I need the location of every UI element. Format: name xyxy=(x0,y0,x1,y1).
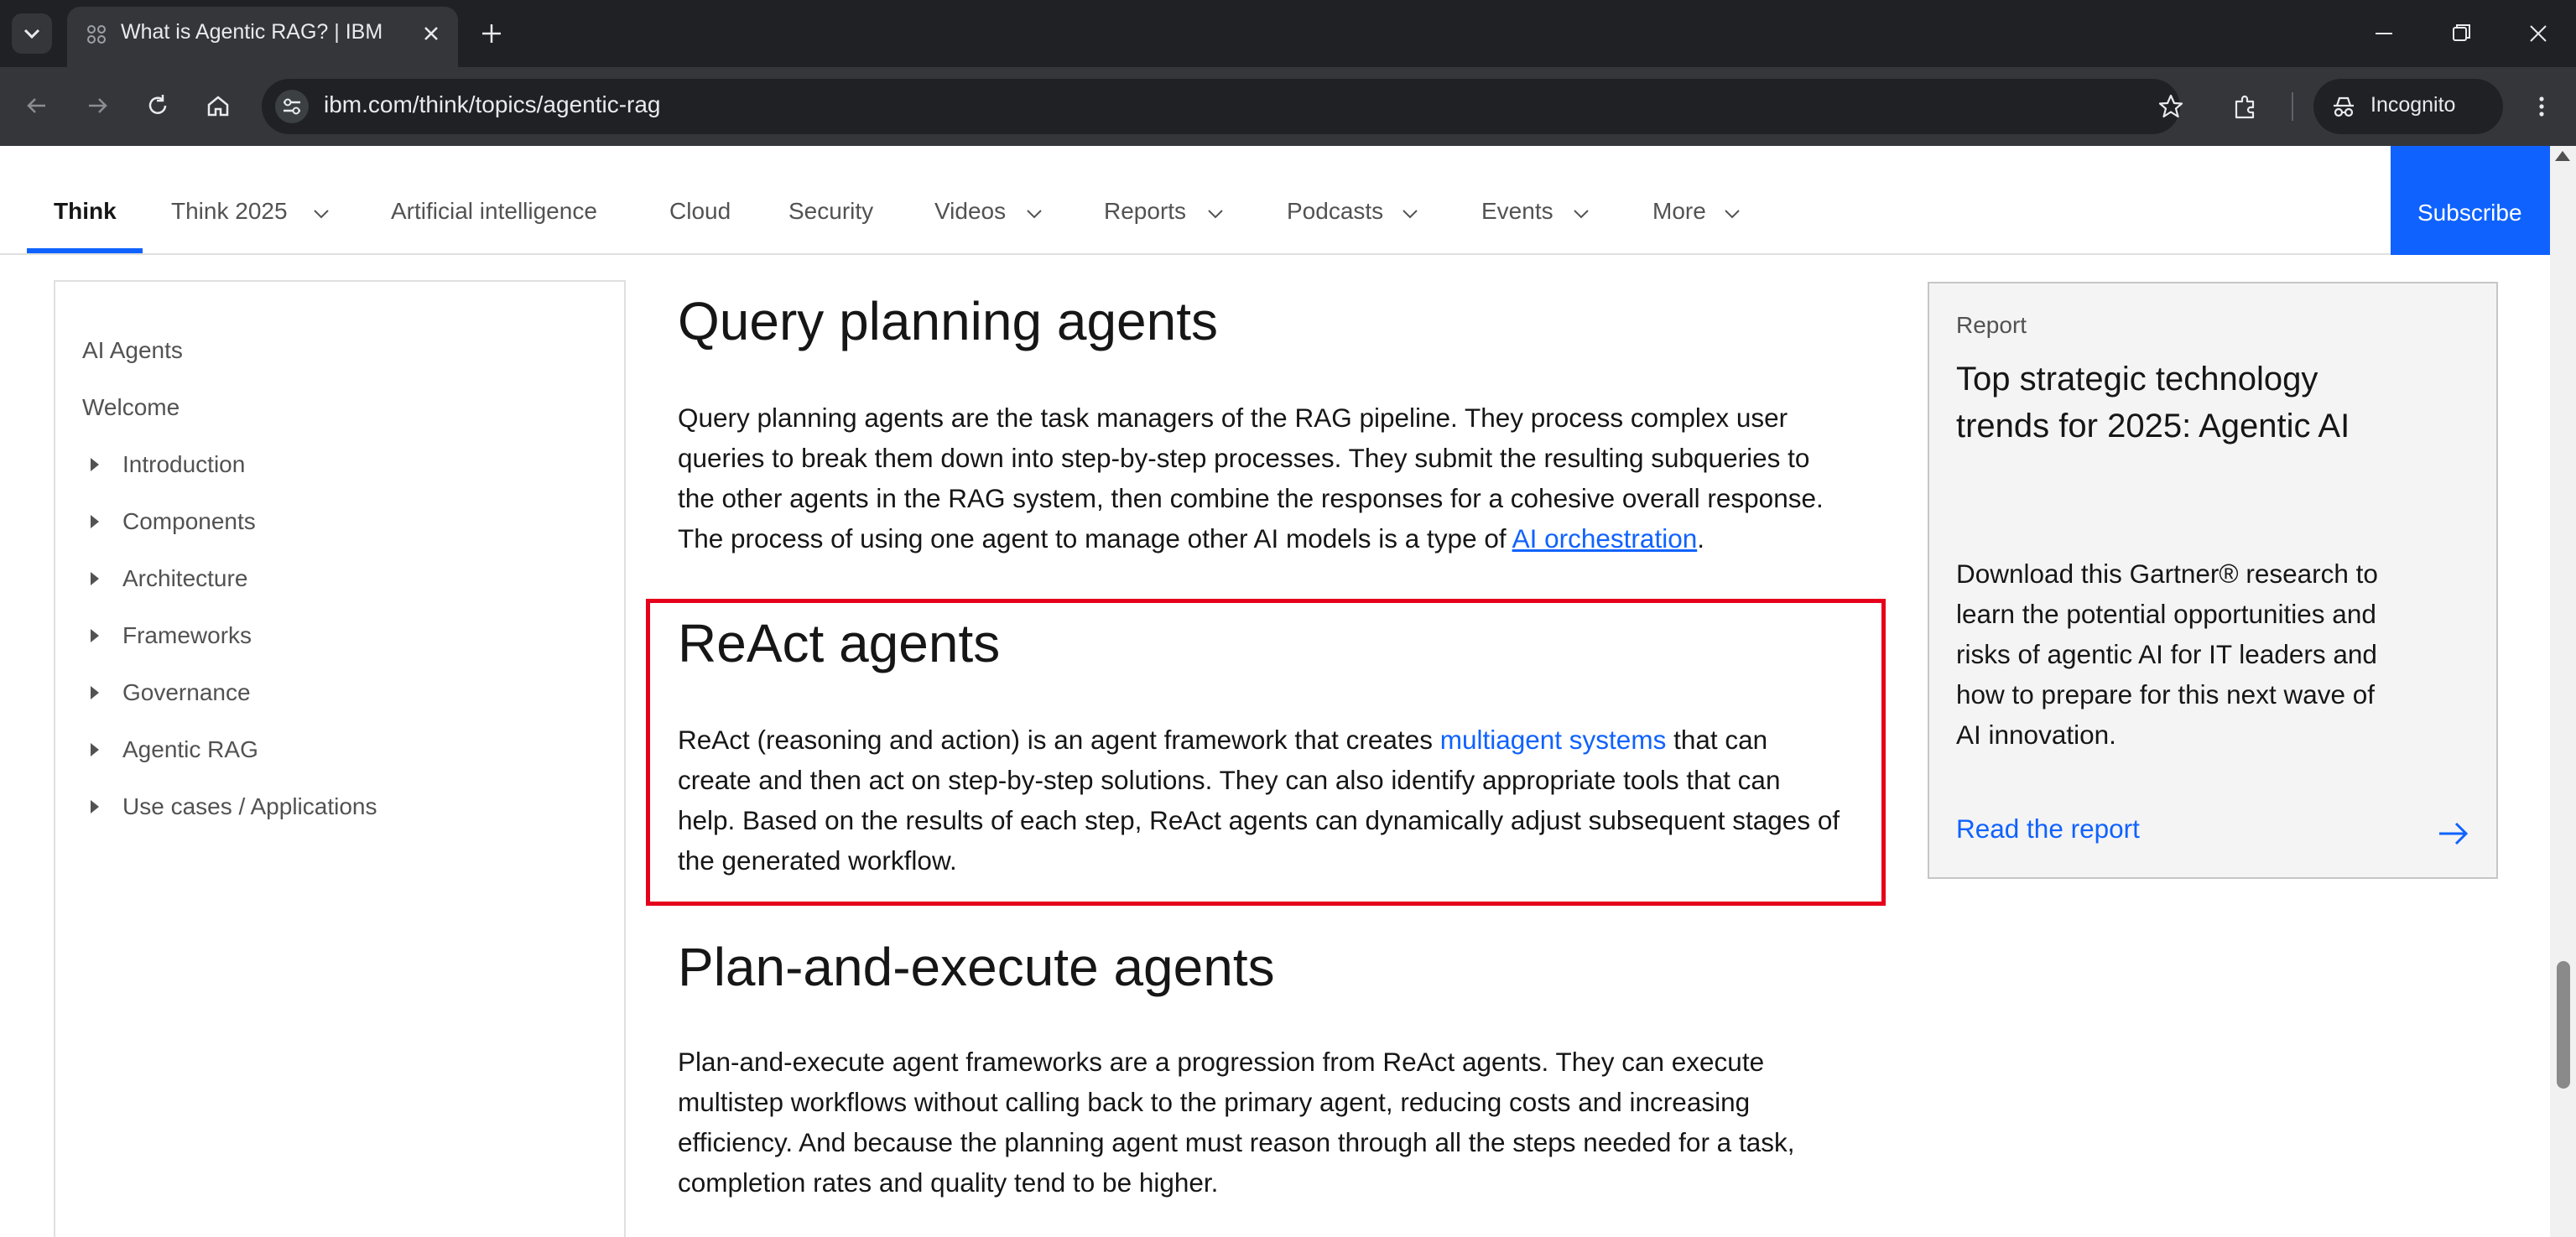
bookmark-star-icon[interactable] xyxy=(2154,90,2188,123)
minimize-icon[interactable] xyxy=(2367,17,2401,50)
nav-item-artificial-intelligence[interactable]: Artificial intelligence xyxy=(391,198,597,225)
caret-right-icon[interactable] xyxy=(91,515,99,528)
paragraph-text: . xyxy=(1697,523,1704,554)
nav-item-think-2025[interactable]: Think 2025 xyxy=(171,198,288,225)
paragraph-line: the other agents in the RAG system, then… xyxy=(678,483,1824,513)
ai-orchestration-link[interactable]: AI orchestration xyxy=(1512,523,1698,554)
favicon-icon xyxy=(87,25,106,44)
home-icon[interactable] xyxy=(201,89,235,122)
caret-right-icon[interactable] xyxy=(91,743,99,756)
caret-right-icon[interactable] xyxy=(91,800,99,813)
nav-item-cloud[interactable]: Cloud xyxy=(669,198,731,225)
restore-icon[interactable] xyxy=(2444,17,2478,50)
paragraph-text: ReAct (reasoning and action) is an agent… xyxy=(678,725,1440,755)
paragraph-line: ReAct (reasoning and action) is an agent… xyxy=(678,720,1869,760)
kebab-menu-icon[interactable] xyxy=(2525,90,2558,123)
paragraph-line: The process of using one agent to manage… xyxy=(678,518,1869,559)
toc-item-governance[interactable]: Governance xyxy=(122,679,251,706)
nav-item-think[interactable]: Think xyxy=(54,198,117,225)
window-close-icon[interactable] xyxy=(2521,17,2555,50)
heading-query-planning-agents: Query planning agents xyxy=(678,291,1218,351)
extensions-icon[interactable] xyxy=(2228,90,2261,123)
reload-icon[interactable] xyxy=(141,89,174,122)
card-desc-line: risks of agentic AI for IT leaders and xyxy=(1956,639,2377,669)
paragraph-line: Query planning agents are the task manag… xyxy=(678,403,1788,433)
back-icon[interactable] xyxy=(20,89,54,122)
toc-item-ai-agents[interactable]: AI Agents xyxy=(82,337,183,364)
read-the-report-link[interactable]: Read the report xyxy=(1956,813,2140,845)
card-desc-line: AI innovation. xyxy=(1956,720,2116,750)
card-desc-line: Download this Gartner® research to xyxy=(1956,559,2378,589)
toc-item-use-cases[interactable]: Use cases / Applications xyxy=(122,793,377,820)
paragraph-text: that can xyxy=(1666,725,1768,755)
toc-item-frameworks[interactable]: Frameworks xyxy=(122,622,252,649)
paragraph-plan-and-execute: Plan-and-execute agent frameworks are a … xyxy=(678,1042,1869,1203)
toc-item-agentic-rag[interactable]: Agentic RAG xyxy=(122,736,258,763)
nav-item-security[interactable]: Security xyxy=(788,198,873,225)
paragraph-line: the generated workflow. xyxy=(678,845,957,876)
paragraph-line: queries to break them down into step-by-… xyxy=(678,443,1810,473)
chevron-down-icon[interactable] xyxy=(1721,203,1743,225)
subscribe-button[interactable]: Subscribe xyxy=(2391,146,2550,255)
card-title-line: Top strategic technology xyxy=(1956,361,2318,398)
caret-right-icon[interactable] xyxy=(91,572,99,585)
incognito-icon xyxy=(2334,96,2354,117)
site-info-icon[interactable] xyxy=(273,88,310,125)
paragraph-query-planning: Query planning agents are the task manag… xyxy=(678,398,1869,559)
toc-item-introduction[interactable]: Introduction xyxy=(122,451,245,478)
scroll-up-arrow[interactable] xyxy=(2555,151,2570,161)
chevron-down-icon[interactable] xyxy=(1023,203,1045,225)
chevron-down-icon[interactable] xyxy=(310,203,332,225)
toc-item-components[interactable]: Components xyxy=(122,508,256,535)
incognito-label: Incognito xyxy=(2370,93,2456,117)
paragraph-line: efficiency. And because the planning age… xyxy=(678,1127,1795,1157)
toc-item-welcome[interactable]: Welcome xyxy=(82,394,180,421)
card-title-line: trends for 2025: Agentic AI xyxy=(1956,408,2350,444)
caret-right-icon[interactable] xyxy=(91,686,99,699)
tab-title: What is Agentic RAG? | IBM xyxy=(121,20,383,44)
caret-right-icon[interactable] xyxy=(91,629,99,642)
chevron-down-icon[interactable] xyxy=(1570,203,1592,225)
url-text[interactable]: ibm.com/think/topics/agentic-rag xyxy=(324,91,661,118)
close-icon[interactable] xyxy=(418,20,445,47)
forward-icon[interactable] xyxy=(81,89,114,122)
paragraph-line: Plan-and-execute agent frameworks are a … xyxy=(678,1047,1765,1077)
card-desc-line: learn the potential opportunities and xyxy=(1956,599,2376,629)
nav-item-events[interactable]: Events xyxy=(1481,198,1553,225)
nav-item-more[interactable]: More xyxy=(1652,198,1706,225)
arrow-right-icon[interactable] xyxy=(2434,815,2471,852)
heading-react-agents: ReAct agents xyxy=(678,613,1001,673)
caret-right-icon[interactable] xyxy=(91,458,99,471)
heading-plan-and-execute-agents: Plan-and-execute agents xyxy=(678,937,1275,997)
scrollbar-thumb[interactable] xyxy=(2557,961,2570,1089)
new-tab-icon[interactable] xyxy=(475,17,508,50)
chevron-down-icon[interactable] xyxy=(1205,203,1226,225)
chevron-down-icon[interactable] xyxy=(1399,203,1421,225)
card-eyebrow: Report xyxy=(1956,312,2027,338)
nav-item-reports[interactable]: Reports xyxy=(1104,198,1186,225)
tab-list-button[interactable] xyxy=(12,13,52,54)
multiagent-systems-link[interactable]: multiagent systems xyxy=(1440,725,1667,755)
card-title: Top strategic technology trends for 2025… xyxy=(1956,356,2459,450)
tab-list-icon xyxy=(23,29,40,39)
toolbar-divider xyxy=(2292,92,2293,121)
paragraph-text: The process of using one agent to manage… xyxy=(678,523,1512,554)
paragraph-line: multistep workflows without calling back… xyxy=(678,1087,1751,1117)
paragraph-line: help. Based on the results of each step,… xyxy=(678,805,1840,835)
nav-item-podcasts[interactable]: Podcasts xyxy=(1287,198,1383,225)
active-tab-indicator xyxy=(27,248,143,253)
paragraph-line: create and then act on step-by-step solu… xyxy=(678,765,1781,795)
subscribe-label: Subscribe xyxy=(2417,200,2522,226)
paragraph-line: completion rates and quality tend to be … xyxy=(678,1167,1219,1198)
paragraph-react: ReAct (reasoning and action) is an agent… xyxy=(678,720,1869,881)
nav-item-videos[interactable]: Videos xyxy=(934,198,1006,225)
toc-item-architecture[interactable]: Architecture xyxy=(122,565,247,592)
site-navigation xyxy=(0,146,2550,255)
card-desc-line: how to prepare for this next wave of xyxy=(1956,679,2376,709)
card-description: Download this Gartner® research to learn… xyxy=(1956,554,2459,755)
